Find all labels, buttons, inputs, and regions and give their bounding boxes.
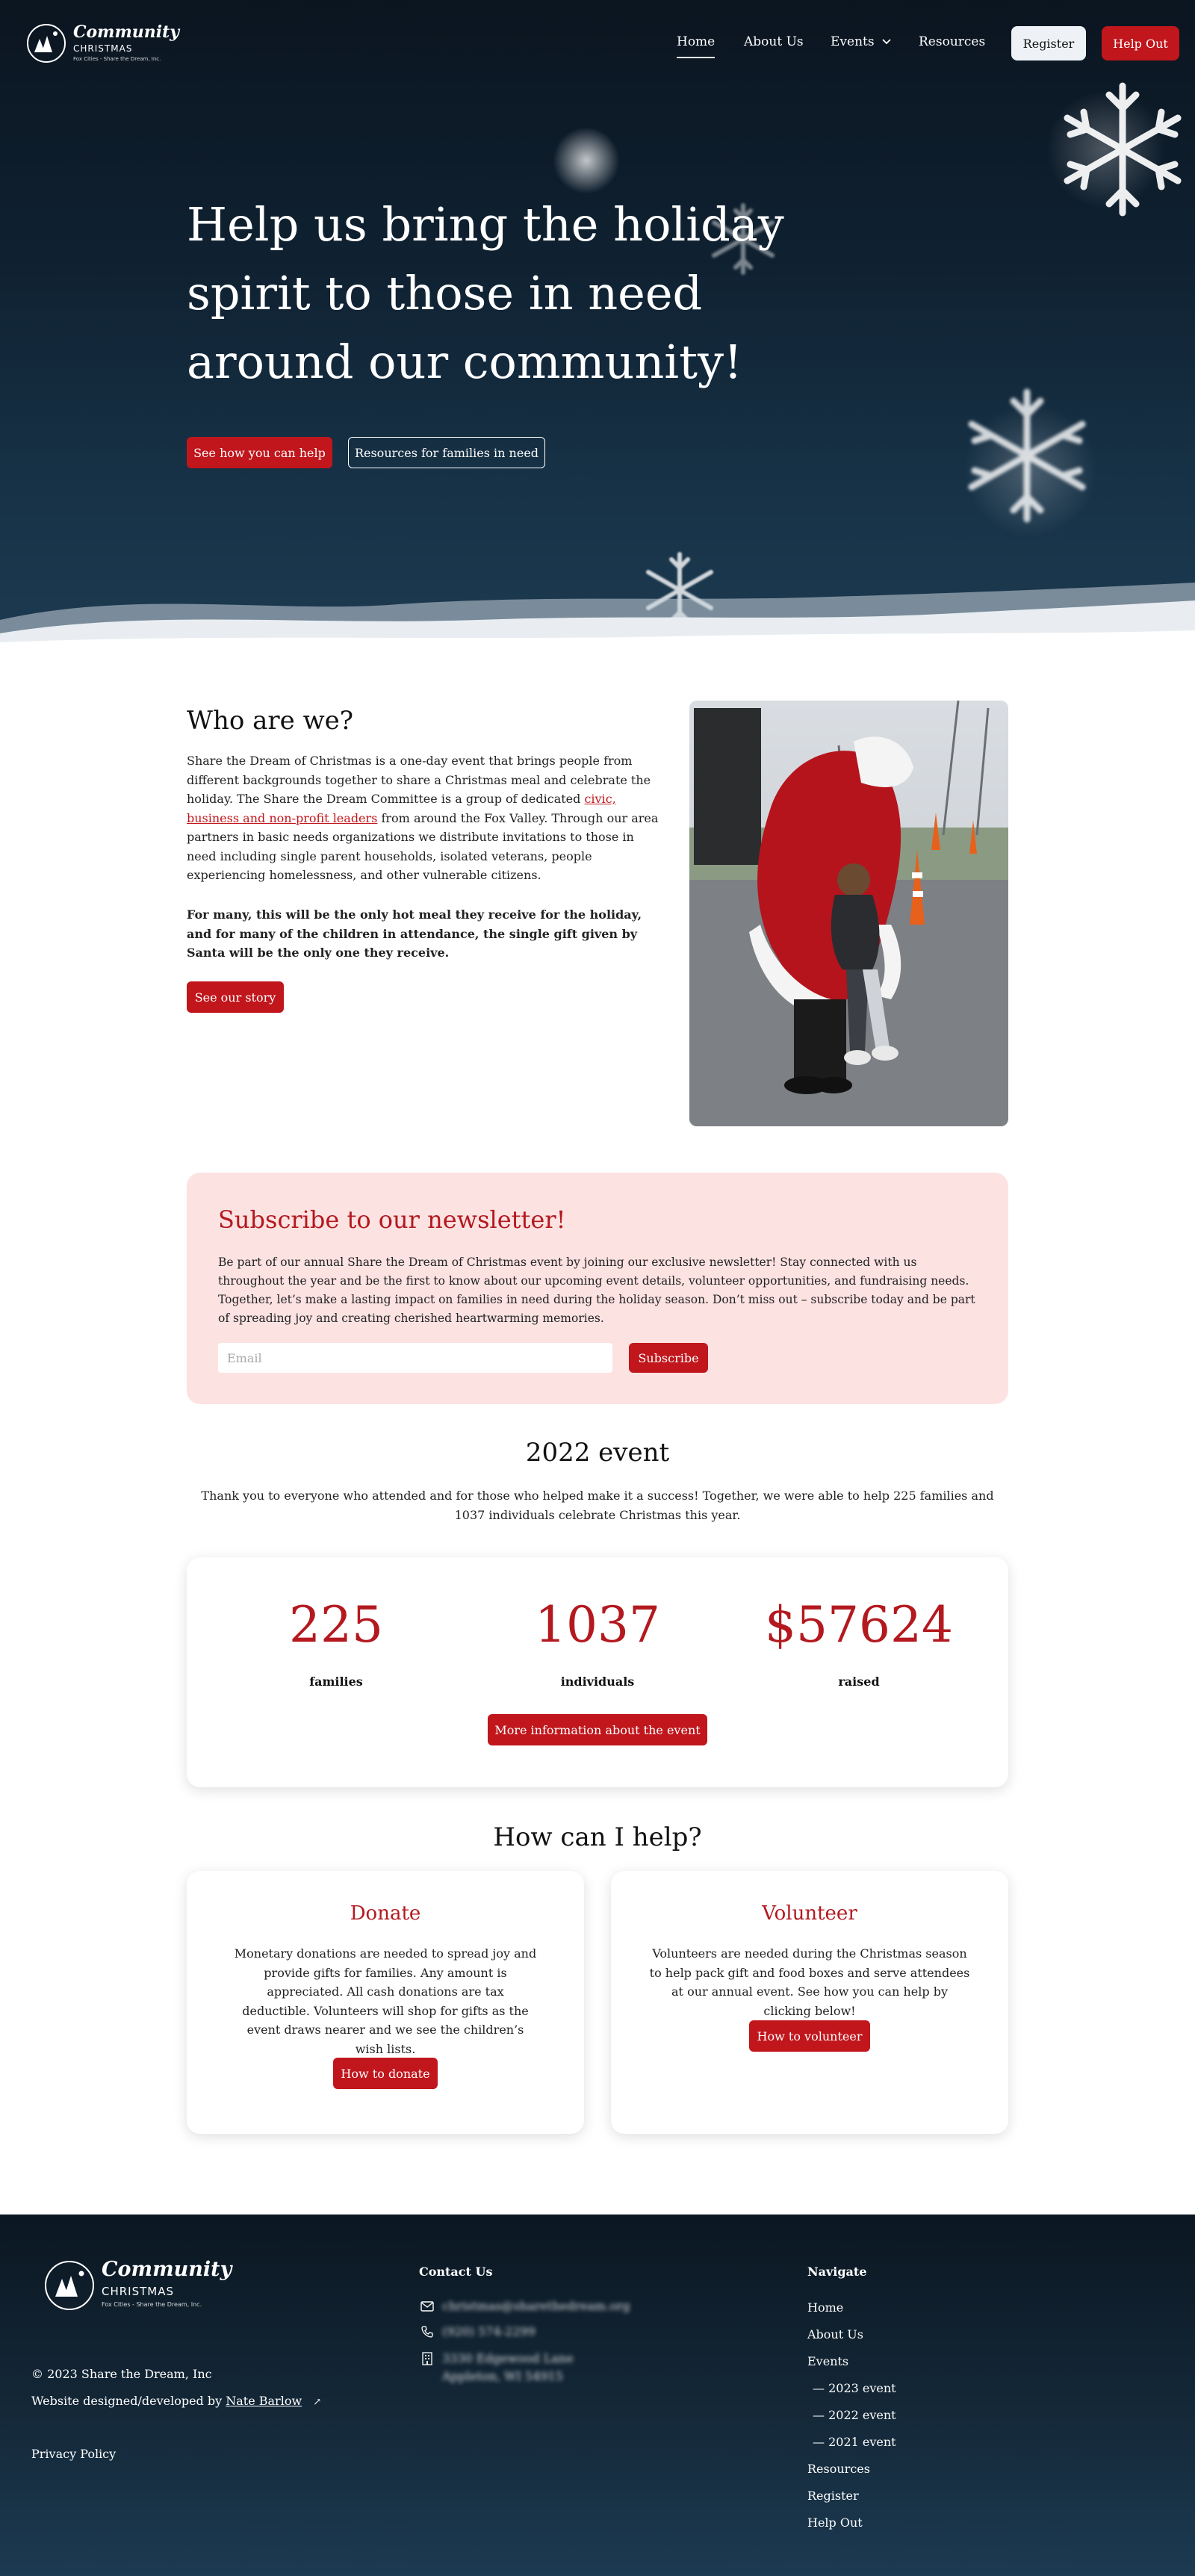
logo-caps: CHRISTMAS bbox=[73, 43, 133, 54]
mail-icon bbox=[420, 2301, 434, 2312]
santa-photo bbox=[689, 701, 1008, 1126]
building-icon bbox=[422, 2352, 432, 2365]
contact-address-line1: 3330 Edgewood Lane bbox=[442, 2351, 574, 2365]
nav-home[interactable]: Home bbox=[677, 33, 716, 58]
volunteer-text: Volunteers are needed during the Christm… bbox=[649, 1946, 970, 2018]
nav-events-label: Events bbox=[831, 34, 875, 49]
how-to-volunteer-button[interactable]: How to volunteer bbox=[749, 2020, 870, 2052]
footer-nav-2022-event[interactable]: — 2022 event bbox=[813, 2407, 896, 2424]
contact-email-link[interactable]: christmas@sharethedream.org bbox=[442, 2298, 630, 2315]
stat-raised-value: $57624 bbox=[765, 1596, 953, 1654]
copyright: © 2023 Share the Dream, Inc bbox=[31, 2367, 212, 2381]
about-heading: Who are we? bbox=[187, 706, 354, 736]
about-paragraph: Share the Dream of Christmas is a one-da… bbox=[187, 751, 665, 885]
footer-nav-events[interactable]: Events bbox=[807, 2353, 848, 2370]
email-input[interactable] bbox=[218, 1343, 612, 1373]
privacy-policy-link[interactable]: Privacy Policy bbox=[31, 2446, 116, 2462]
snowflake-icon bbox=[968, 388, 1086, 523]
credit-prefix: Website designed/developed by bbox=[31, 2394, 226, 2408]
footer-logo-icon bbox=[45, 2261, 94, 2310]
stat-individuals-value: 1037 bbox=[535, 1596, 660, 1654]
newsletter-section: Subscribe to our newsletter! Be part of … bbox=[187, 1173, 1008, 1404]
phone-icon bbox=[421, 2326, 433, 2338]
credit-line: Website designed/developed by Nate Barlo… bbox=[31, 2393, 321, 2411]
logo-icon bbox=[27, 24, 66, 63]
stat-families-value: 225 bbox=[289, 1596, 383, 1654]
developer-link[interactable]: Nate Barlow bbox=[226, 2394, 302, 2408]
logo-tagline: Fox Cities - Share the Dream, Inc. bbox=[73, 56, 161, 62]
nav-events[interactable]: Events bbox=[831, 33, 892, 51]
footer-nav-register[interactable]: Register bbox=[807, 2488, 859, 2504]
snowflake-icon bbox=[1064, 82, 1182, 217]
nav-about[interactable]: About Us bbox=[744, 33, 804, 51]
stat-raised-label: raised bbox=[838, 1675, 880, 1689]
resources-for-families-button[interactable]: Resources for families in need bbox=[348, 437, 545, 468]
footer-nav-about[interactable]: About Us bbox=[807, 2327, 863, 2343]
help-out-button[interactable]: Help Out bbox=[1102, 26, 1179, 60]
donate-title: Donate bbox=[350, 1902, 421, 1925]
hero-section: Community CHRISTMAS Fox Cities - Share t… bbox=[0, 0, 1195, 650]
footer-nav-2023-event[interactable]: — 2023 event bbox=[813, 2380, 896, 2397]
footer-logo-script: Community bbox=[102, 2258, 232, 2281]
donate-text: Monetary donations are needed to spread … bbox=[234, 1946, 537, 2056]
navigate-heading: Navigate bbox=[807, 2265, 867, 2279]
external-link-icon: ↗ bbox=[313, 2397, 322, 2408]
more-event-info-button[interactable]: More information about the event bbox=[488, 1714, 707, 1745]
contact-phone-link[interactable]: (920) 574-2299 bbox=[442, 2324, 536, 2340]
stat-individuals-label: individuals bbox=[560, 1675, 635, 1689]
see-our-story-button[interactable]: See our story bbox=[187, 981, 284, 1013]
footer-logo-caps: CHRISTMAS bbox=[102, 2285, 175, 2298]
volunteer-title: Volunteer bbox=[762, 1902, 857, 1925]
bokeh-light bbox=[553, 127, 620, 194]
nav-resources[interactable]: Resources bbox=[919, 33, 985, 51]
about-highlight: For many, this will be the only hot meal… bbox=[187, 907, 642, 960]
how-to-donate-button[interactable]: How to donate bbox=[333, 2058, 438, 2089]
contact-heading: Contact Us bbox=[419, 2265, 493, 2279]
volunteer-card: Volunteer Volunteers are needed during t… bbox=[611, 1871, 1008, 2134]
register-button[interactable]: Register bbox=[1011, 26, 1086, 60]
newsletter-body: Be part of our annual Share the Dream of… bbox=[218, 1256, 975, 1325]
stat-families-label: families bbox=[309, 1675, 363, 1689]
help-heading: How can I help? bbox=[493, 1822, 702, 1852]
event-stats-card: 225 families 1037 individuals $57624 rai… bbox=[187, 1557, 1008, 1787]
about-text-part: Share the Dream of Christmas is a one-da… bbox=[187, 754, 651, 806]
see-how-you-can-help-button[interactable]: See how you can help bbox=[187, 437, 332, 468]
snow-hills bbox=[0, 583, 1195, 650]
subscribe-button[interactable]: Subscribe bbox=[629, 1343, 708, 1373]
newsletter-heading: Subscribe to our newsletter! bbox=[218, 1205, 566, 1234]
footer: Community CHRISTMAS Fox Cities - Share t… bbox=[0, 2215, 1195, 2576]
chevron-down-icon bbox=[882, 39, 891, 45]
contact-address-line2: Appleton, WI 54915 bbox=[442, 2369, 563, 2383]
donate-card: Donate Monetary donations are needed to … bbox=[187, 1871, 584, 2134]
event-text: Thank you to everyone who attended and f… bbox=[201, 1489, 994, 1522]
footer-logo-tagline: Fox Cities - Share the Dream, Inc. bbox=[102, 2301, 202, 2308]
footer-nav-home[interactable]: Home bbox=[807, 2300, 843, 2316]
hero-title: Help us bring the holiday spirit to thos… bbox=[187, 197, 784, 389]
logo-script: Community bbox=[73, 22, 180, 42]
footer-nav-2021-event[interactable]: — 2021 event bbox=[813, 2434, 896, 2451]
footer-nav-resources[interactable]: Resources bbox=[807, 2461, 870, 2477]
event-heading: 2022 event bbox=[525, 1438, 670, 1468]
footer-nav-help-out[interactable]: Help Out bbox=[807, 2515, 863, 2531]
